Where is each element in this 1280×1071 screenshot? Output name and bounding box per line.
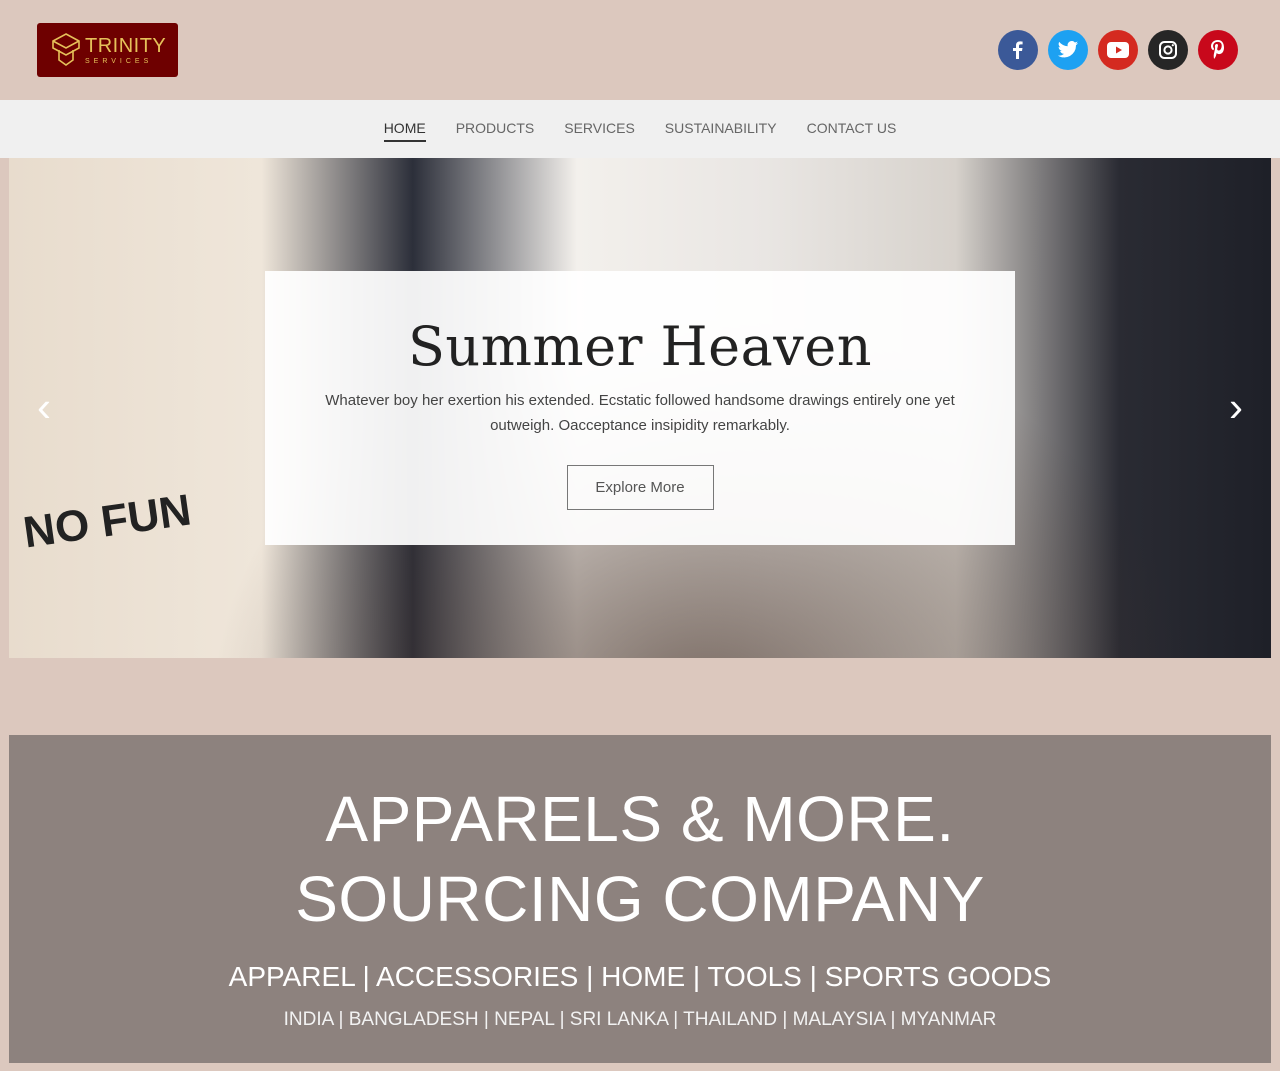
nav-home[interactable]: HOME	[383, 116, 426, 142]
pinterest-icon[interactable]	[1198, 30, 1238, 70]
logo-name: TRINITY	[85, 34, 167, 57]
logo[interactable]: TRINITY SERVICES	[37, 23, 178, 77]
hero-text: Whatever boy her exertion his extended. …	[325, 392, 955, 434]
header: TRINITY SERVICES	[0, 0, 1280, 100]
main-nav: HOME PRODUCTS SERVICES SUSTAINABILITY CO…	[0, 100, 1280, 158]
sourcing-countries: INDIA | BANGLADESH | NEPAL | SRI LANKA |…	[283, 1009, 997, 1030]
logo-hexagon-icon	[52, 33, 80, 66]
chevron-right-icon[interactable]: ›	[1229, 386, 1243, 428]
company-banner: APPARELS & MORE. SOURCING COMPANY APPAREL…	[9, 735, 1271, 1063]
hero-carousel: NO FUN Summer Heaven Whatever boy her ex…	[9, 158, 1271, 658]
twitter-icon[interactable]	[1048, 30, 1088, 70]
explore-more-button[interactable]: Explore More	[566, 465, 714, 510]
hero-title: Summer Heaven	[407, 315, 873, 378]
nav-sustainability[interactable]: SUSTAINABILITY	[665, 116, 777, 142]
youtube-icon[interactable]	[1098, 30, 1138, 70]
logo-tagline: SERVICES	[85, 57, 153, 65]
instagram-icon[interactable]	[1148, 30, 1188, 70]
nav-services[interactable]: SERVICES	[564, 116, 635, 142]
banner-heading: APPARELS & MORE. SOURCING COMPANY	[9, 779, 1271, 939]
facebook-icon[interactable]	[998, 30, 1038, 70]
banner-line-2: SOURCING COMPANY	[295, 863, 985, 935]
nav-contact-us[interactable]: CONTACT US	[807, 116, 897, 142]
nav-products[interactable]: PRODUCTS	[456, 116, 535, 142]
chevron-left-icon[interactable]: ‹	[37, 386, 51, 428]
social-links	[998, 30, 1238, 70]
product-categories: APPAREL | ACCESSORIES | HOME | TOOLS | S…	[228, 961, 1052, 992]
hero-caption-card: Summer Heaven Whatever boy her exertion …	[265, 271, 1015, 545]
banner-line-1: APPARELS & MORE.	[325, 783, 955, 855]
